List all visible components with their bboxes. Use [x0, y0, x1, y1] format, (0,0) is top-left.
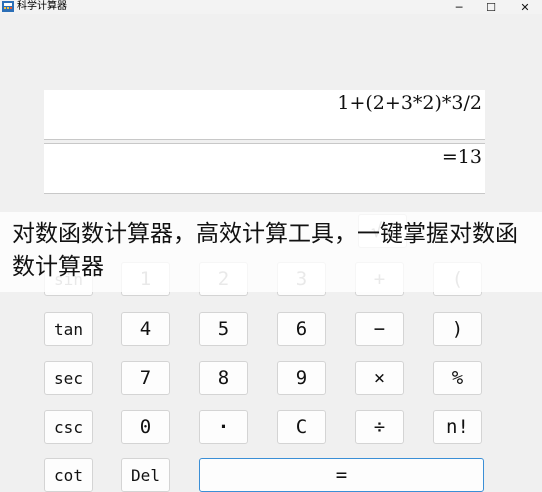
key-close-paren[interactable]: ) — [433, 312, 482, 346]
overlay-banner-text: 对数函数计算器，高效计算工具，一键掌握对数函数计算器 — [12, 221, 518, 280]
key-delete[interactable]: Del — [121, 458, 170, 492]
key-5[interactable]: 5 — [199, 312, 248, 346]
expression-display: 1+(2+3*2)*3/2 — [44, 90, 485, 140]
key-csc[interactable]: csc — [44, 410, 93, 444]
key-7[interactable]: 7 — [121, 361, 170, 395]
key-decimal[interactable]: · — [199, 410, 248, 444]
key-6[interactable]: 6 — [277, 312, 326, 346]
minimize-button[interactable]: ─ — [442, 0, 476, 14]
key-4[interactable]: 4 — [121, 312, 170, 346]
overlay-banner: 对数函数计算器，高效计算工具，一键掌握对数函数计算器 — [0, 212, 542, 292]
result-text: =13 — [441, 146, 482, 168]
key-factorial[interactable]: n! — [433, 410, 482, 444]
result-display: =13 — [44, 143, 485, 194]
key-cot[interactable]: cot — [44, 458, 93, 492]
key-multiply[interactable]: × — [355, 361, 404, 395]
key-equals[interactable]: = — [199, 458, 484, 492]
key-minus[interactable]: − — [355, 312, 404, 346]
key-tan[interactable]: tan — [44, 312, 93, 346]
close-button[interactable]: ✕ — [508, 0, 542, 14]
key-percent[interactable]: % — [433, 361, 482, 395]
app-icon — [2, 1, 14, 12]
key-9[interactable]: 9 — [277, 361, 326, 395]
key-0[interactable]: 0 — [121, 410, 170, 444]
key-sec[interactable]: sec — [44, 361, 93, 395]
maximize-button[interactable]: ☐ — [474, 0, 508, 14]
expression-text: 1+(2+3*2)*3/2 — [337, 92, 482, 114]
title-bar: 科学计算器 ─ ☐ ✕ — [0, 0, 542, 14]
key-8[interactable]: 8 — [199, 361, 248, 395]
key-divide[interactable]: ÷ — [355, 410, 404, 444]
window-title: 科学计算器 — [17, 1, 67, 12]
key-clear[interactable]: C — [277, 410, 326, 444]
